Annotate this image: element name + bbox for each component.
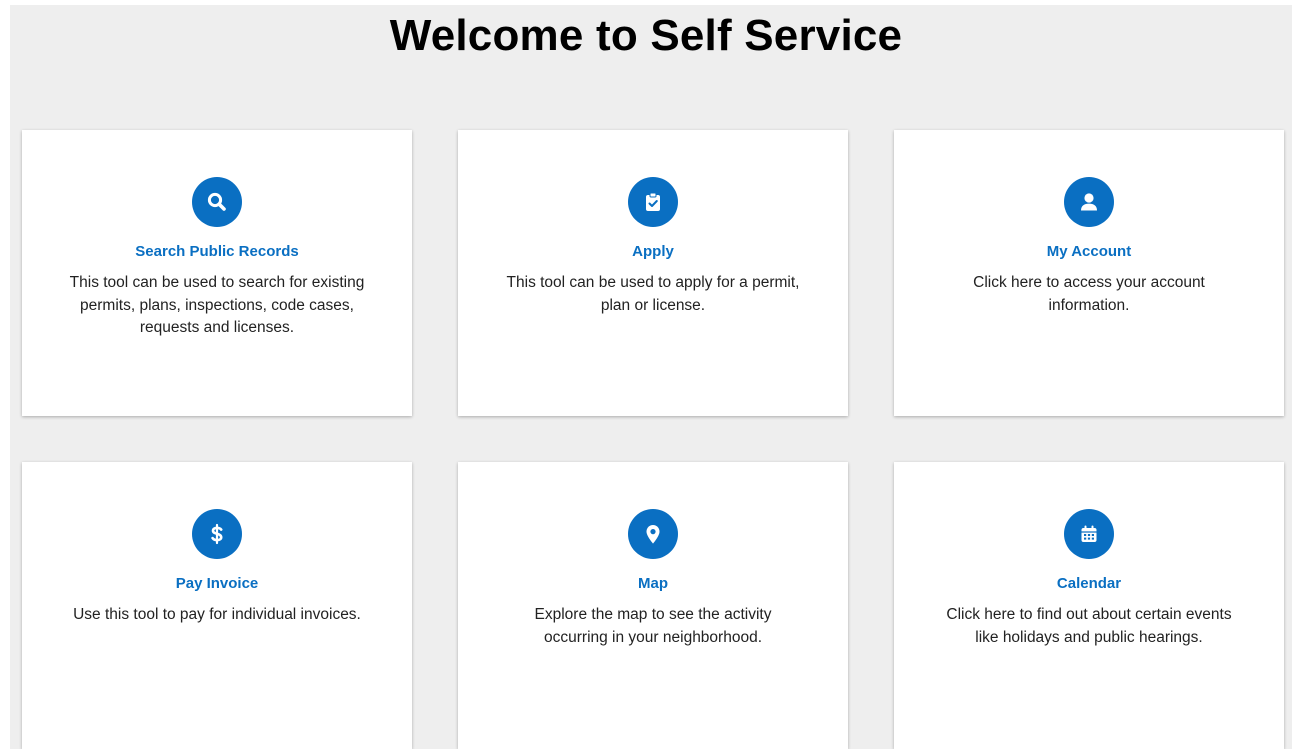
card-title[interactable]: My Account <box>894 242 1284 262</box>
dollar-icon <box>192 509 242 559</box>
card-description: Click here to find out about certain eve… <box>946 606 1232 646</box>
card-search-public-records[interactable]: Search Public Records This tool can be u… <box>22 130 412 416</box>
clipboard-check-icon <box>628 177 678 227</box>
card-pay-invoice[interactable]: Pay Invoice Use this tool to pay for ind… <box>22 462 412 749</box>
card-my-account[interactable]: My Account Click here to access your acc… <box>894 130 1284 416</box>
card-title[interactable]: Map <box>458 574 848 594</box>
card-title[interactable]: Search Public Records <box>22 242 412 262</box>
search-icon <box>192 177 242 227</box>
card-calendar[interactable]: Calendar Click here to find out about ce… <box>894 462 1284 749</box>
card-description: This tool can be used to apply for a per… <box>506 274 800 314</box>
page-title: Welcome to Self Service <box>389 11 903 60</box>
card-map[interactable]: Map Explore the map to see the activity … <box>458 462 848 749</box>
card-description: Click here to access your account inform… <box>973 274 1205 314</box>
card-description: Use this tool to pay for individual invo… <box>73 606 361 623</box>
card-apply[interactable]: Apply This tool can be used to apply for… <box>458 130 848 416</box>
card-description: Explore the map to see the activity occu… <box>534 606 772 646</box>
calendar-icon <box>1064 509 1114 559</box>
card-title[interactable]: Calendar <box>894 574 1284 594</box>
card-title[interactable]: Pay Invoice <box>22 574 412 594</box>
card-description: This tool can be used to search for exis… <box>69 274 365 336</box>
user-icon <box>1064 177 1114 227</box>
map-pin-icon <box>628 509 678 559</box>
card-title[interactable]: Apply <box>458 242 848 262</box>
